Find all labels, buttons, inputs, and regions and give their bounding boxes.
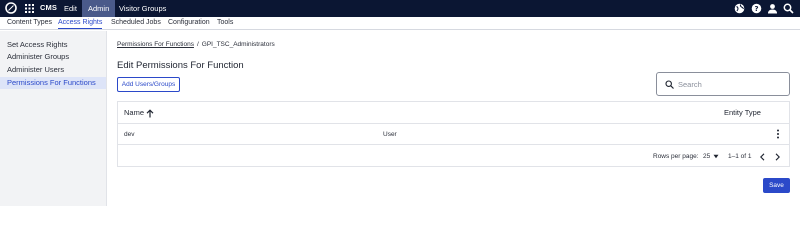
add-users-groups-button[interactable]: Add Users/Groups — [117, 77, 180, 92]
app-name: CMS — [40, 3, 57, 12]
more-options-icon[interactable] — [775, 129, 781, 139]
table-pagination: Rows per page: 25 1–1 of 1 — [118, 145, 789, 167]
top-navigation-bar: CMS Edit Admin Visitor Groups ? — [0, 0, 800, 17]
table-header: Name Entity Type — [118, 102, 789, 124]
chevron-right-icon[interactable] — [774, 153, 781, 161]
globe-icon[interactable] — [734, 3, 745, 14]
sidebar-item-administer-users[interactable]: Administer Users — [0, 64, 106, 76]
breadcrumb: Permissions For Functions / GPI_TSC_Admini… — [117, 41, 275, 48]
breadcrumb-separator: / — [196, 41, 199, 48]
breadcrumb-link-permissions[interactable]: Permissions For Functions — [117, 41, 194, 48]
tab-configuration[interactable]: Configuration — [168, 17, 210, 29]
svg-text:?: ? — [754, 5, 758, 13]
search-placeholder: Search — [678, 80, 702, 89]
tab-tools[interactable]: Tools — [217, 17, 233, 29]
sort-ascending-icon[interactable] — [146, 109, 154, 118]
help-icon[interactable]: ? — [751, 3, 762, 14]
rows-per-page-select[interactable]: 25 — [703, 153, 710, 160]
column-header-entity-type[interactable]: Entity Type — [724, 108, 761, 117]
menu-visitor-groups[interactable]: Visitor Groups — [113, 0, 172, 17]
table-row[interactable]: dev User — [118, 124, 789, 145]
chevron-left-icon[interactable] — [759, 153, 766, 161]
sidebar: Set Access Rights Administer Groups Admi… — [0, 31, 107, 206]
permissions-table: Name Entity Type dev User Rows per page:… — [117, 101, 790, 167]
menu-admin[interactable]: Admin — [82, 0, 116, 17]
column-header-name[interactable]: Name — [124, 108, 144, 117]
page-title: Edit Permissions For Function — [117, 60, 244, 71]
search-icon — [665, 80, 674, 89]
sidebar-item-set-access-rights[interactable]: Set Access Rights — [0, 39, 106, 51]
tab-scheduled-jobs[interactable]: Scheduled Jobs — [111, 17, 161, 29]
app-grid-icon[interactable] — [25, 4, 34, 13]
user-icon[interactable] — [767, 3, 778, 14]
cell-name: dev — [124, 131, 135, 138]
sidebar-item-permissions-for-functions[interactable]: Permissions For Functions — [0, 77, 106, 89]
search-icon[interactable] — [783, 3, 794, 14]
save-button[interactable]: Save — [763, 178, 790, 193]
cell-entity-type: User — [383, 131, 397, 138]
pagination-range: 1–1 of 1 — [728, 153, 752, 160]
chevron-down-icon[interactable] — [713, 154, 719, 159]
rows-per-page-label: Rows per page: — [653, 153, 699, 160]
sub-navigation: Content Types Access Rights Scheduled Jo… — [0, 17, 800, 30]
cms-logo-icon[interactable] — [5, 2, 17, 14]
menu-edit[interactable]: Edit — [58, 0, 83, 17]
tab-access-rights[interactable]: Access Rights — [58, 17, 103, 29]
tab-content-types[interactable]: Content Types — [7, 17, 52, 29]
search-input[interactable]: Search — [656, 72, 790, 96]
sidebar-item-administer-groups[interactable]: Administer Groups — [0, 51, 106, 63]
breadcrumb-current: GPI_TSC_Administrators — [201, 41, 275, 48]
